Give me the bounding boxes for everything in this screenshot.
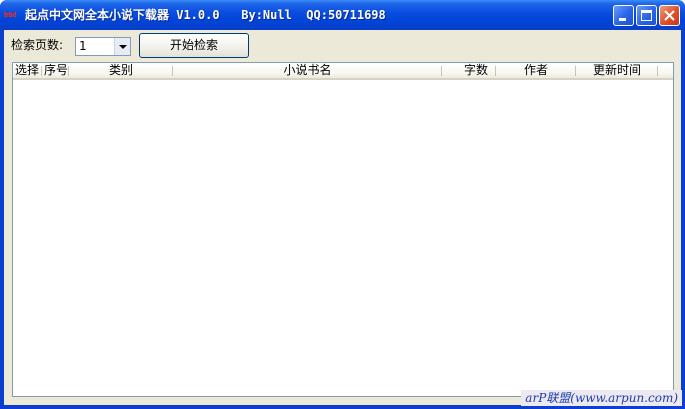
minimize-button[interactable] [613,5,634,26]
column-header-select[interactable]: 选择 [13,63,42,78]
watermark-text: arP联盟(www.arpun.com) [521,390,682,406]
column-header-update-time[interactable]: 更新时间 [576,63,658,78]
list-header: 选择 序号 类别 小说书名 字数 作者 更新时间 [13,63,673,80]
column-header-title[interactable]: 小说书名 [173,63,442,78]
pages-select-value: 1 [79,39,87,53]
maximize-icon [641,10,652,21]
column-header-word-count[interactable]: 字数 [442,63,496,78]
pages-select[interactable]: 1 [75,37,131,56]
pages-label: 检索页数: [11,38,64,52]
start-search-button[interactable]: 开始检索 [139,33,249,58]
book-icon: bbd [4,11,17,19]
column-header-category[interactable]: 类别 [69,63,173,78]
main-window: bbd 起点中文网全本小说下载器 V1.0.0 By:Null QQ:50711… [0,0,685,409]
client-area: 检索页数: 1 开始检索 选择 序号 类别 小说书名 字数 作者 更新时间 [4,30,681,405]
column-header-author[interactable]: 作者 [496,63,576,78]
window-title: 起点中文网全本小说下载器 V1.0.0 By:Null QQ:50711698 [25,8,386,22]
novel-list[interactable]: 选择 序号 类别 小说书名 字数 作者 更新时间 [12,62,674,397]
title-bar[interactable]: bbd 起点中文网全本小说下载器 V1.0.0 By:Null QQ:50711… [0,0,685,30]
close-icon [664,10,675,21]
minimize-icon [619,18,626,21]
column-header-index[interactable]: 序号 [42,63,69,78]
maximize-button[interactable] [636,5,657,26]
close-button[interactable] [659,5,680,26]
chevron-down-icon[interactable] [114,38,130,55]
